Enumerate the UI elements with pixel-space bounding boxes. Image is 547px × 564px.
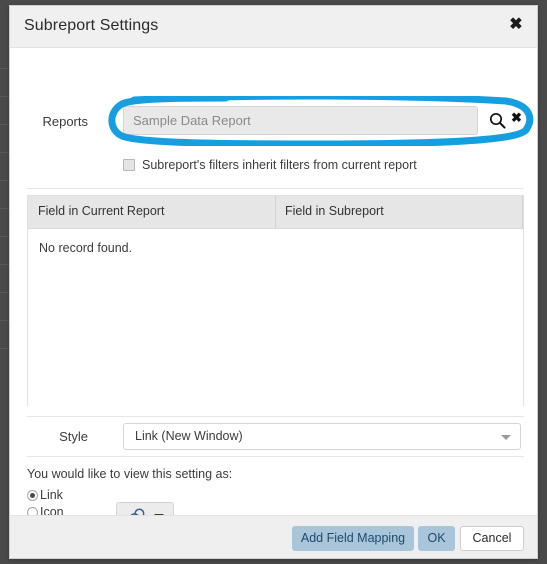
dialog-titlebar: Subreport Settings ✖: [10, 6, 537, 48]
radio-link-input[interactable]: [27, 489, 38, 501]
page-backdrop: [0, 0, 9, 564]
style-dropdown[interactable]: Link (New Window): [123, 423, 521, 450]
dialog-footer: Add Field Mapping OK Cancel: [10, 515, 537, 558]
column-header-field-in-subreport: Field in Subreport: [285, 204, 384, 218]
search-input[interactable]: [123, 106, 478, 135]
reports-label: Reports: [42, 114, 88, 129]
view-setting-as-label: You would like to view this setting as:: [27, 467, 233, 481]
dialog-body: Reports ✖ Subreport's filters inherit fi…: [10, 48, 537, 528]
table-body: No record found.: [28, 229, 523, 406]
column-header-field-in-current-report: Field in Current Report: [38, 204, 165, 218]
add-field-mapping-button[interactable]: Add Field Mapping: [292, 526, 414, 551]
divider: [27, 456, 524, 457]
field-mapping-table: Field in Current Report Field in Subrepo…: [27, 195, 524, 406]
cancel-button[interactable]: Cancel: [460, 526, 524, 551]
inherit-filters-label: Subreport's filters inherit filters from…: [142, 158, 417, 172]
chevron-down-icon: [501, 435, 511, 440]
style-selected-value: Link (New Window): [135, 429, 243, 443]
empty-state-message: No record found.: [39, 241, 133, 255]
subreport-settings-dialog: Subreport Settings ✖ Reports ✖ Subreport…: [9, 5, 538, 559]
clear-icon[interactable]: ✖: [511, 110, 522, 126]
table-header-row: Field in Current Report Field in Subrepo…: [28, 196, 523, 229]
divider: [27, 188, 524, 189]
column-divider: [522, 196, 523, 228]
divider: [27, 416, 524, 417]
dialog-title: Subreport Settings: [24, 17, 159, 34]
close-icon[interactable]: ✖: [505, 14, 527, 36]
search-icon[interactable]: [489, 112, 506, 129]
inherit-filters-row[interactable]: Subreport's filters inherit filters from…: [123, 158, 417, 172]
inherit-filters-checkbox[interactable]: [123, 159, 135, 171]
column-divider: [275, 196, 276, 228]
radio-link-label: Link: [40, 488, 63, 502]
reports-search-group: ✖: [123, 106, 522, 135]
ok-button[interactable]: OK: [418, 526, 455, 551]
style-label: Style: [59, 429, 88, 444]
radio-option-link[interactable]: Link: [27, 488, 63, 502]
